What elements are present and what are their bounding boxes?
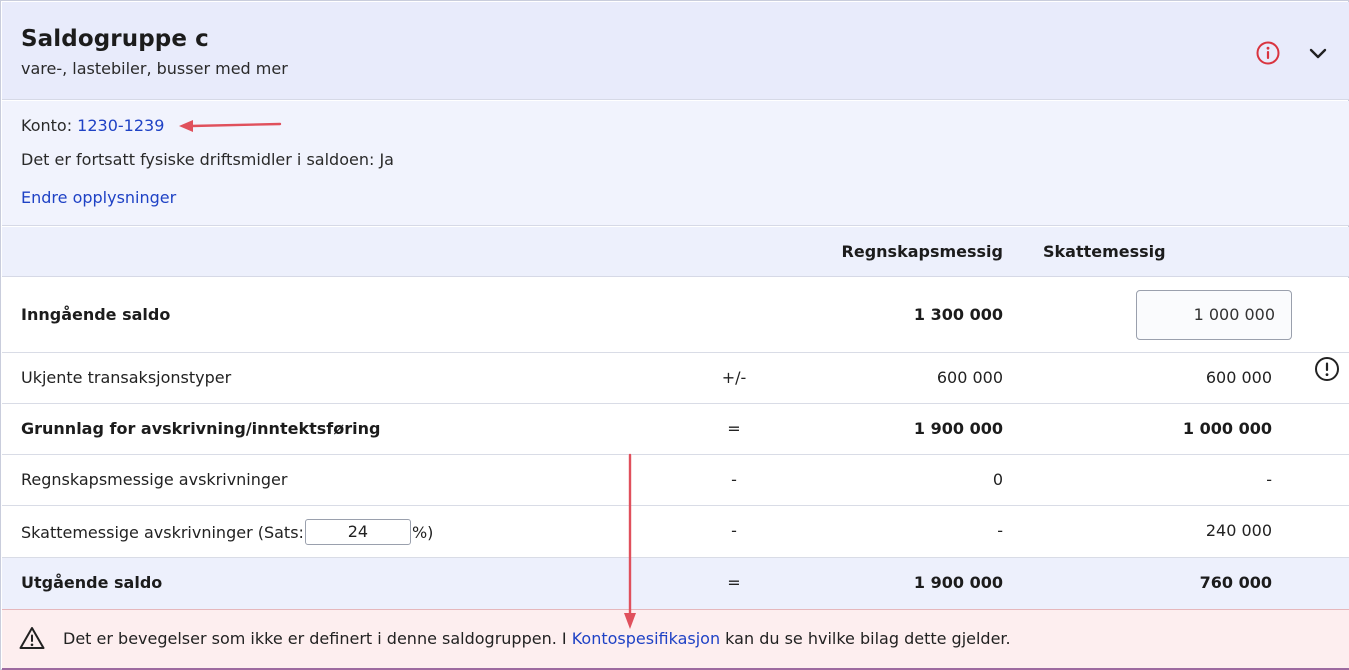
panel-title: Saldogruppe c (21, 26, 209, 52)
regnskap-value: 0 (992, 470, 1003, 489)
alert-text-after: kan du se hvilke bilag dette gjelder. (720, 629, 1011, 648)
skatt-value: 240 000 (1205, 521, 1272, 540)
row-label: Regnskapsmessige avskrivninger (21, 470, 288, 489)
row-label: Skattemessige avskrivninger (Sats: 24 %) (21, 519, 433, 545)
regnskap-value: 1 300 000 (913, 305, 1003, 324)
skatt-value: 1 000 000 (1182, 419, 1272, 438)
warning-triangle-icon (19, 627, 45, 649)
panel-header[interactable]: Saldogruppe c vare-, lastebiler, busser … (2, 2, 1349, 100)
sats-label-suffix: %) (411, 522, 434, 542)
alert-text-before: Det er bevegelser som ikke er definert i… (63, 629, 572, 648)
row-operator: = (727, 573, 741, 592)
row-label: Inngående saldo (21, 305, 171, 324)
table-row-skattemessige-avskrivninger: Skattemessige avskrivninger (Sats: 24 %)… (2, 506, 1349, 558)
table-row-ukjente-transaksjonstyper: Ukjente transaksjonstyper +/- 600 000 60… (2, 353, 1349, 404)
table-row-grunnlag: Grunnlag for avskrivning/inntektsføring … (2, 404, 1349, 455)
inngaende-skatt-input[interactable]: 1 000 000 (1136, 290, 1292, 340)
column-header-row: Regnskapsmessig Skattemessig (2, 227, 1349, 277)
regnskap-value: - (997, 521, 1003, 540)
row-label: Ukjente transaksjonstyper (21, 368, 232, 387)
saldogruppe-panel: Saldogruppe c vare-, lastebiler, busser … (0, 0, 1349, 670)
panel-subtitle: vare-, lastebiler, busser med mer (21, 59, 288, 78)
chevron-down-icon[interactable] (1307, 42, 1329, 64)
row-operator: +/- (721, 368, 747, 387)
skatt-value: - (1266, 470, 1272, 489)
info-circle-icon[interactable] (1256, 41, 1280, 65)
warning-alert: Det er bevegelser som ikke er definert i… (2, 609, 1349, 670)
skatt-value: 760 000 (1199, 573, 1272, 592)
sats-input[interactable]: 24 (304, 519, 411, 545)
row-operator: - (731, 521, 737, 540)
row-operator: - (731, 470, 737, 489)
alert-message: Det er bevegelser som ikke er definert i… (63, 629, 1011, 648)
exclamation-circle-icon[interactable] (1314, 356, 1340, 382)
kontospesifikasjon-link[interactable]: Kontospesifikasjon (572, 629, 720, 648)
regnskap-value: 1 900 000 (913, 419, 1003, 438)
konto-label: Konto: (21, 116, 73, 135)
annotation-arrow-left-icon (179, 120, 282, 132)
row-label: Grunnlag for avskrivning/inntektsføring (21, 419, 381, 438)
regnskap-value: 1 900 000 (913, 573, 1003, 592)
row-label: Utgående saldo (21, 573, 163, 592)
annotation-arrow-down-icon (624, 453, 636, 629)
still-assets-text: Det er fortsatt fysiske driftsmidler i s… (21, 150, 394, 169)
column-skattemessig: Skattemessig (1043, 242, 1166, 261)
edit-details-link[interactable]: Endre opplysninger (21, 188, 176, 207)
table-row-regnskapsmessige-avskrivninger: Regnskapsmessige avskrivninger - 0 - (2, 455, 1349, 506)
konto-link[interactable]: 1230-1239 (77, 116, 164, 135)
row-operator: = (727, 419, 741, 438)
sats-label-prefix: Skattemessige avskrivninger (Sats: (21, 522, 304, 542)
table-row-utgaende-saldo: Utgående saldo = 1 900 000 760 000 (2, 558, 1349, 609)
skatt-value: 600 000 (1205, 368, 1272, 387)
details-section: Konto: 1230-1239 Det er fortsatt fysiske… (2, 101, 1349, 226)
konto-line: Konto: 1230-1239 (21, 116, 164, 135)
table-row-inngaende-saldo: Inngående saldo 1 300 000 1 000 000 (2, 278, 1349, 353)
column-regnskapsmessig: Regnskapsmessig (841, 242, 1003, 261)
regnskap-value: 600 000 (936, 368, 1003, 387)
